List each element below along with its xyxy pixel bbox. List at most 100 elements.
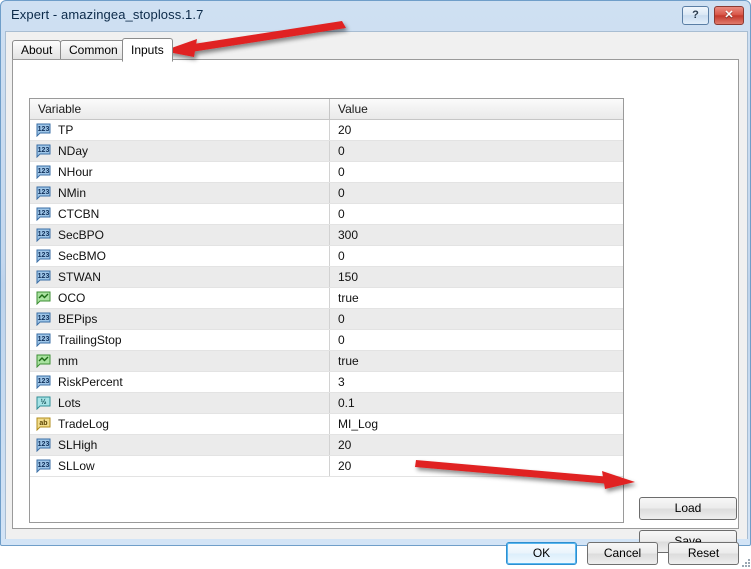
table-row[interactable]: 123 SecBPO 300 <box>30 225 623 246</box>
title-bar[interactable]: Expert - amazingea_stoploss.1.7 ? ✕ <box>1 1 751 31</box>
svg-text:123: 123 <box>38 378 50 385</box>
table-row[interactable]: 123 NMin 0 <box>30 183 623 204</box>
cell-value[interactable]: true <box>329 351 623 371</box>
inputs-tab-panel: Variable Value 123 TP 20 123 NDay 0 123 NHour 0 1… <box>12 59 739 553</box>
cell-value[interactable]: 300 <box>329 225 623 245</box>
cell-variable[interactable]: 123 TrailingStop <box>30 330 329 350</box>
cell-value[interactable]: 0 <box>329 141 623 161</box>
inputs-grid[interactable]: Variable Value 123 TP 20 123 NDay 0 123 NHour 0 1… <box>29 98 624 523</box>
table-row[interactable]: 123 TrailingStop 0 <box>30 330 623 351</box>
variable-name: RiskPercent <box>58 375 123 389</box>
table-row[interactable]: 123 NDay 0 <box>30 141 623 162</box>
cell-value[interactable]: 0.1 <box>329 393 623 413</box>
integer-icon: 123 <box>36 228 51 242</box>
svg-text:ab: ab <box>39 420 47 427</box>
table-row[interactable]: mm true <box>30 351 623 372</box>
table-row[interactable]: 123 CTCBN 0 <box>30 204 623 225</box>
cell-variable[interactable]: 123 NMin <box>30 183 329 203</box>
integer-icon: 123 <box>36 438 51 452</box>
column-header-value[interactable]: Value <box>329 99 623 119</box>
integer-icon: 123 <box>36 312 51 326</box>
cell-variable[interactable]: 123 SLHigh <box>30 435 329 455</box>
table-row[interactable]: OCO true <box>30 288 623 309</box>
cell-value[interactable]: 0 <box>329 204 623 224</box>
cell-variable[interactable]: 123 SecBPO <box>30 225 329 245</box>
svg-text:½: ½ <box>41 398 47 406</box>
cell-variable[interactable]: 123 NHour <box>30 162 329 182</box>
cell-variable[interactable]: ab TradeLog <box>30 414 329 434</box>
integer-icon: 123 <box>36 459 51 473</box>
cell-variable[interactable]: 123 STWAN <box>30 267 329 287</box>
svg-text:123: 123 <box>38 252 50 259</box>
tab-common[interactable]: Common <box>60 40 127 60</box>
cell-variable[interactable]: 123 BEPips <box>30 309 329 329</box>
variable-name: TradeLog <box>58 417 109 431</box>
variable-name: mm <box>58 354 78 368</box>
dialog-client-area: About Common Inputs Variable Value 123 TP… <box>5 31 750 567</box>
cell-value[interactable]: 3 <box>329 372 623 392</box>
table-row[interactable]: 123 TP 20 <box>30 120 623 141</box>
expert-properties-window: Expert - amazingea_stoploss.1.7 ? ✕ Abou… <box>0 0 751 567</box>
reset-button[interactable]: Reset <box>668 542 739 565</box>
svg-text:123: 123 <box>38 126 50 133</box>
cell-value[interactable]: MI_Log <box>329 414 623 434</box>
table-row[interactable]: 123 SLHigh 20 <box>30 435 623 456</box>
string-icon: ab <box>36 417 51 431</box>
table-row[interactable]: ab TradeLog MI_Log <box>30 414 623 435</box>
cell-variable[interactable]: mm <box>30 351 329 371</box>
svg-text:123: 123 <box>38 210 50 217</box>
cell-value[interactable]: 20 <box>329 456 623 476</box>
column-header-variable[interactable]: Variable <box>30 99 329 119</box>
grid-header-row: Variable Value <box>30 99 623 120</box>
boolean-icon <box>36 291 51 305</box>
cell-value[interactable]: 0 <box>329 162 623 182</box>
table-row[interactable]: ½ Lots 0.1 <box>30 393 623 414</box>
cell-value[interactable]: 150 <box>329 267 623 287</box>
cell-value[interactable]: 0 <box>329 330 623 350</box>
cell-variable[interactable]: 123 NDay <box>30 141 329 161</box>
table-row[interactable]: 123 SecBMO 0 <box>30 246 623 267</box>
cell-variable[interactable]: 123 SecBMO <box>30 246 329 266</box>
variable-name: TrailingStop <box>58 333 122 347</box>
variable-name: TP <box>58 123 74 137</box>
table-row[interactable]: 123 BEPips 0 <box>30 309 623 330</box>
cell-value[interactable]: 20 <box>329 435 623 455</box>
cell-variable[interactable]: ½ Lots <box>30 393 329 413</box>
variable-name: BEPips <box>58 312 98 326</box>
boolean-icon <box>36 354 51 368</box>
cell-variable[interactable]: 123 TP <box>30 120 329 140</box>
load-button[interactable]: Load <box>639 497 737 520</box>
cell-variable[interactable]: 123 SLLow <box>30 456 329 476</box>
tab-about[interactable]: About <box>12 40 62 60</box>
close-icon[interactable]: ✕ <box>714 6 744 25</box>
table-row[interactable]: 123 STWAN 150 <box>30 267 623 288</box>
svg-text:123: 123 <box>38 231 50 238</box>
variable-name: SLHigh <box>58 438 98 452</box>
cell-value[interactable]: true <box>329 288 623 308</box>
svg-text:123: 123 <box>38 168 50 175</box>
table-row[interactable]: 123 SLLow 20 <box>30 456 623 477</box>
tab-inputs[interactable]: Inputs <box>122 38 173 62</box>
svg-text:123: 123 <box>38 273 50 280</box>
svg-text:123: 123 <box>38 147 50 154</box>
cell-variable[interactable]: 123 CTCBN <box>30 204 329 224</box>
integer-icon: 123 <box>36 333 51 347</box>
cell-value[interactable]: 20 <box>329 120 623 140</box>
cell-value[interactable]: 0 <box>329 183 623 203</box>
cancel-button[interactable]: Cancel <box>587 542 658 565</box>
integer-icon: 123 <box>36 123 51 137</box>
table-row[interactable]: 123 NHour 0 <box>30 162 623 183</box>
cell-value[interactable]: 0 <box>329 246 623 266</box>
svg-text:123: 123 <box>38 315 50 322</box>
svg-text:123: 123 <box>38 336 50 343</box>
table-row[interactable]: 123 RiskPercent 3 <box>30 372 623 393</box>
cell-value[interactable]: 0 <box>329 309 623 329</box>
cell-variable[interactable]: 123 RiskPercent <box>30 372 329 392</box>
cell-variable[interactable]: OCO <box>30 288 329 308</box>
variable-name: SecBMO <box>58 249 107 263</box>
integer-icon: 123 <box>36 270 51 284</box>
integer-icon: 123 <box>36 186 51 200</box>
ok-button[interactable]: OK <box>506 542 577 565</box>
resize-grip[interactable] <box>742 559 751 569</box>
help-button[interactable]: ? <box>682 6 709 25</box>
